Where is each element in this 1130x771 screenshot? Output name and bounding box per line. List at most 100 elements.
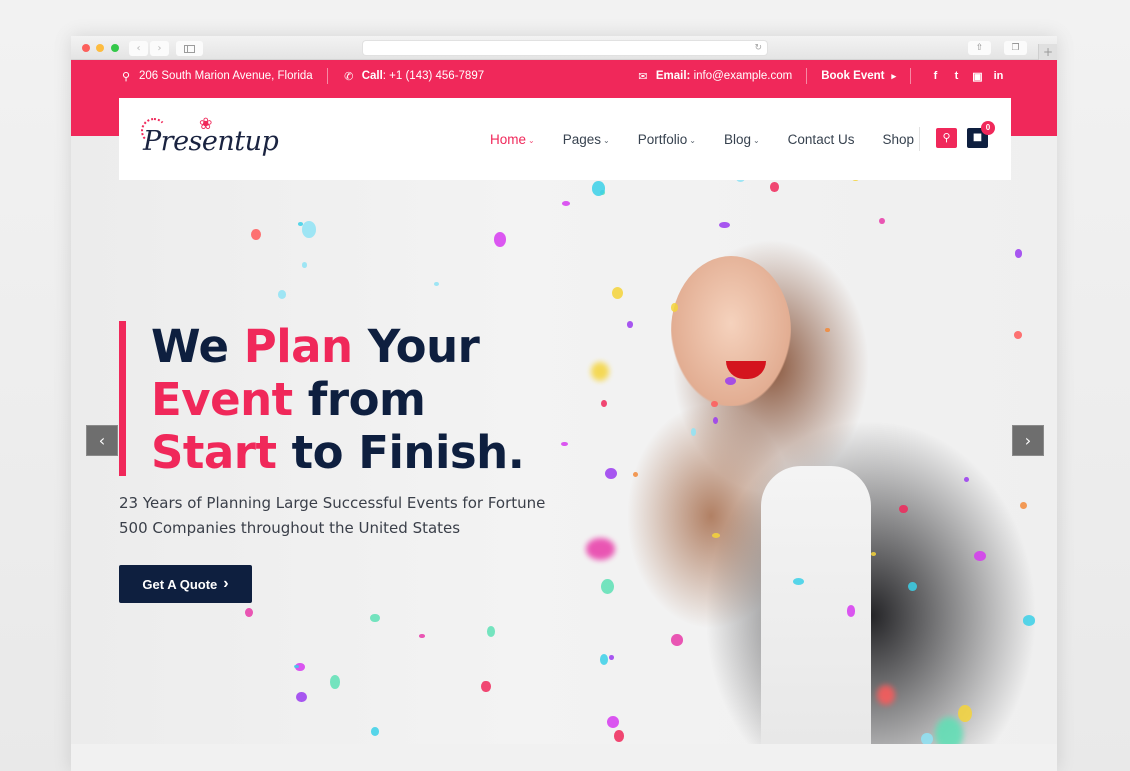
confetti-piece	[585, 538, 615, 560]
email-info[interactable]: ✉ Email: info@example.com	[636, 70, 792, 83]
screenshot-stage: ‹ › ↻ ⇧ ❐ + ⚲ 206 South Marion Avenue, F…	[0, 0, 1130, 771]
confetti-piece	[613, 730, 624, 742]
menu-item-blog[interactable]: Blog ⌄	[724, 132, 760, 147]
menu-label: Contact Us	[787, 131, 855, 147]
hero-headline: We Plan Your Event from Start to Finish.	[151, 320, 525, 479]
browser-toolbar: ‹ › ↻ ⇧ ❐ +	[71, 36, 1057, 60]
divider	[326, 68, 328, 84]
confetti-piece	[251, 228, 262, 241]
confetti-piece	[560, 441, 568, 447]
confetti-piece	[908, 581, 918, 592]
show-tabs-button[interactable]: ❐	[1004, 41, 1027, 55]
address-bar[interactable]: ↻	[363, 41, 767, 55]
headline-text: Your	[352, 320, 480, 373]
accent-bar	[119, 321, 126, 476]
chevron-right-icon: ›	[157, 43, 162, 54]
sidebar-toggle-button[interactable]	[176, 41, 203, 56]
confetti-piece	[601, 579, 614, 595]
confetti-piece	[294, 664, 299, 669]
new-tab-button[interactable]: +	[1038, 44, 1057, 60]
confetti-piece	[921, 732, 933, 744]
divider	[910, 68, 911, 84]
confetti-piece	[870, 551, 877, 556]
confetti-piece	[612, 286, 624, 299]
confetti-piece	[592, 181, 605, 196]
plus-icon: +	[1042, 45, 1054, 59]
main-menu: Home ⌄ Pages ⌄ Portfolio ⌄ Blog ⌄ Contact Us…	[490, 98, 942, 180]
confetti-piece	[244, 607, 253, 618]
get-a-quote-button[interactable]: Get A Quote ›	[119, 565, 252, 603]
confetti-piece	[633, 472, 639, 478]
headline-accent: Start	[151, 426, 277, 479]
confetti-piece	[1014, 330, 1023, 339]
reload-icon[interactable]: ↻	[754, 41, 762, 55]
confetti-piece	[725, 377, 737, 385]
menu-label: Pages	[562, 131, 601, 147]
book-event-link[interactable]: Book Event ▸	[821, 70, 896, 82]
menu-item-pages[interactable]: Pages ⌄	[563, 132, 610, 147]
confetti-piece	[296, 691, 307, 702]
twitter-icon[interactable]: t	[946, 70, 967, 83]
minimize-window-button[interactable]	[96, 44, 104, 52]
next-section	[71, 744, 1057, 771]
site-header: ❀ Presentup Home ⌄ Pages ⌄ Portfolio ⌄ Blog…	[119, 98, 1011, 180]
back-button[interactable]: ‹	[129, 41, 148, 56]
menu-item-shop[interactable]: Shop	[882, 132, 914, 147]
address-text: 206 South Marion Avenue, Florida	[139, 70, 313, 82]
confetti-piece	[605, 468, 618, 480]
confetti-piece	[591, 362, 610, 381]
confetti-piece	[846, 605, 856, 617]
linkedin-icon[interactable]: in	[988, 70, 1009, 83]
confetti-piece	[973, 550, 986, 562]
confetti-piece	[606, 716, 619, 729]
flickr-icon[interactable]: ▣	[967, 70, 988, 83]
confetti-piece	[711, 532, 721, 538]
headline-text: to Finish.	[276, 426, 525, 479]
close-window-button[interactable]	[82, 44, 90, 52]
call-number: : +1 (143) 456-7897	[382, 70, 485, 82]
maximize-window-button[interactable]	[111, 44, 119, 52]
menu-label: Portfolio	[637, 131, 688, 147]
logo-text: Presentup	[143, 126, 279, 157]
menu-label: Shop	[882, 131, 914, 147]
chevron-down-icon: ⌄	[752, 136, 760, 145]
hero-subtitle: 23 Years of Planning Large Successful Ev…	[119, 494, 546, 537]
divider	[806, 68, 808, 84]
facebook-icon[interactable]: f	[925, 70, 946, 83]
caret-right-icon: ▸	[891, 70, 896, 81]
headline-text: We	[151, 320, 244, 373]
phone-info[interactable]: ✆ Call : +1 (143) 456-7897	[342, 70, 484, 83]
search-button[interactable]: ⚲	[936, 128, 957, 148]
confetti-piece	[671, 634, 683, 646]
confetti-piece	[898, 504, 908, 514]
cta-label: Get A Quote	[142, 576, 218, 592]
chevron-left-icon: ‹	[136, 43, 141, 54]
confetti-piece	[561, 201, 571, 207]
tabs-icon: ❐	[1011, 43, 1020, 53]
confetti-piece	[608, 655, 614, 661]
confetti-piece	[711, 400, 718, 407]
slider-prev-button[interactable]: ‹	[86, 425, 118, 456]
envelope-icon: ✉	[638, 70, 648, 83]
confetti-piece	[876, 684, 895, 705]
menu-item-home[interactable]: Home ⌄	[490, 132, 535, 147]
confetti-piece	[487, 626, 496, 637]
confetti-piece	[1023, 615, 1036, 626]
menu-item-contact-us[interactable]: Contact Us	[788, 132, 855, 147]
confetti-piece	[481, 680, 491, 693]
cart-count-badge: 0	[981, 121, 995, 135]
menu-item-portfolio[interactable]: Portfolio ⌄	[638, 132, 696, 147]
share-icon: ⇧	[975, 43, 984, 53]
site-logo[interactable]: ❀ Presentup	[141, 114, 279, 164]
confetti-piece	[419, 634, 425, 638]
address-info: ⚲ 206 South Marion Avenue, Florida	[119, 70, 313, 83]
confetti-piece	[329, 675, 340, 689]
slider-next-button[interactable]: ›	[1012, 425, 1044, 456]
confetti-piece	[958, 704, 973, 723]
email-label: Email:	[655, 70, 691, 82]
chevron-right-icon: ›	[1024, 431, 1032, 450]
forward-button[interactable]: ›	[150, 41, 169, 56]
share-button[interactable]: ⇧	[968, 41, 991, 55]
confetti-piece	[494, 231, 507, 247]
confetti-piece	[302, 220, 317, 238]
